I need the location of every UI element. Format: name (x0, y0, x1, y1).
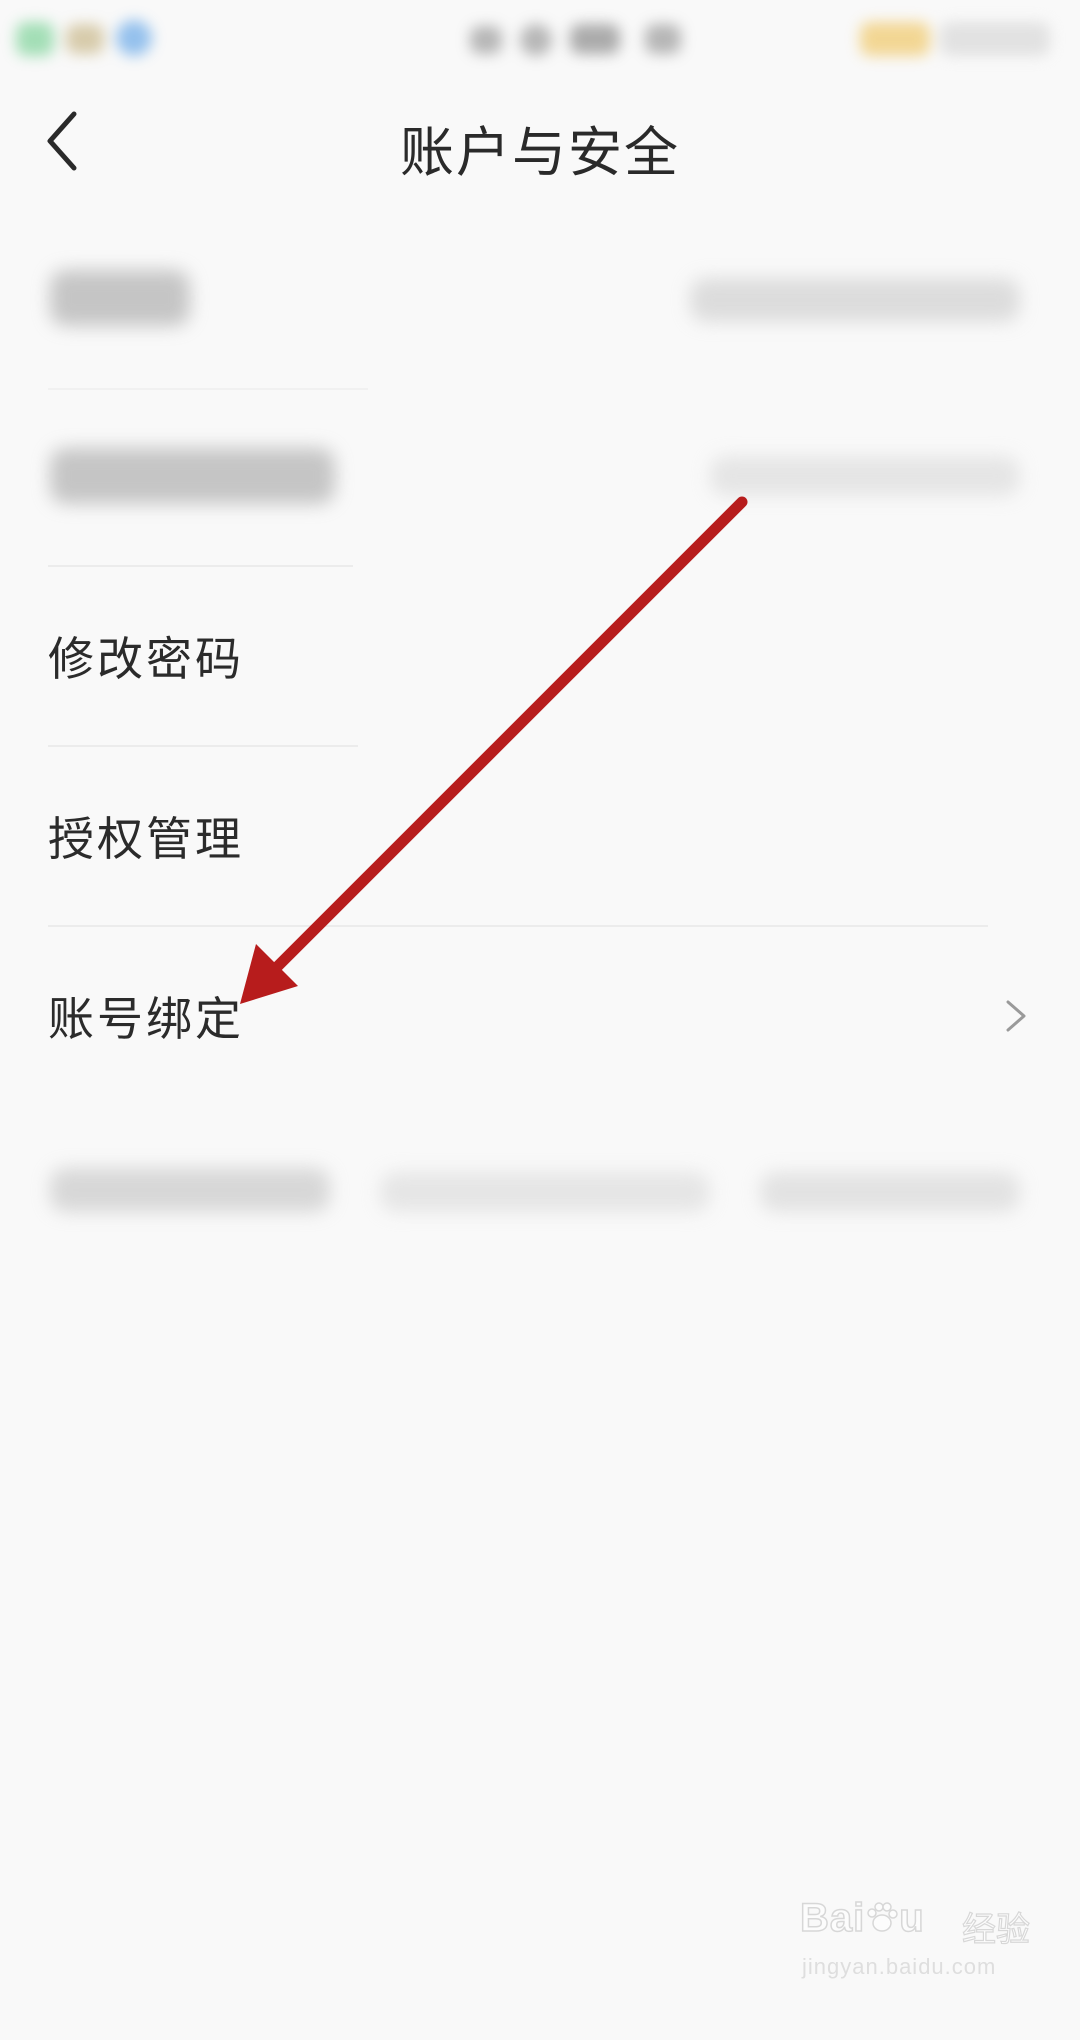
watermark-cn: 经验 (961, 1909, 1030, 1950)
page-title: 账户与安全 (400, 121, 680, 184)
redacted-footer-text (760, 1172, 1020, 1212)
chevron-right-icon (1006, 1000, 1026, 1032)
vibrate-icon (470, 26, 502, 54)
signal-icon (570, 24, 620, 54)
menu-item-label: 账号绑定 (48, 992, 244, 1046)
menu-item-label: 授权管理 (48, 812, 244, 866)
divider (48, 388, 368, 390)
redacted-row-value (710, 456, 1020, 496)
redacted-row-label (50, 448, 335, 504)
battery-icon (860, 22, 930, 56)
menu-item-authorization[interactable]: 授权管理 (0, 746, 1080, 926)
navigation-header: 账户与安全 (0, 80, 1080, 200)
menu-item-label: 修改密码 (48, 632, 244, 686)
alarm-icon (520, 24, 552, 56)
wifi-icon (645, 24, 681, 54)
baidu-jingyan-watermark: Bai u 经验 jingyan.baidu.com (799, 1890, 1030, 2000)
menu-item-change-password[interactable]: 修改密码 (0, 566, 1080, 746)
browser-notification-icon (116, 20, 152, 56)
redacted-footer-text (50, 1168, 330, 1212)
app-notification-icon (16, 22, 54, 56)
clock-text (940, 22, 1050, 56)
watermark-brand: Bai u (799, 1895, 925, 1941)
redacted-row-value (690, 278, 1020, 322)
redacted-footer-text (380, 1172, 710, 1212)
menu-item-account-binding[interactable]: 账号绑定 (0, 926, 1080, 1106)
paw-icon (867, 1902, 898, 1932)
redacted-row-label (50, 270, 190, 326)
watermark-url: jingyan.baidu.com (802, 1954, 997, 1979)
status-bar (0, 0, 1080, 80)
message-notification-icon (66, 24, 104, 54)
screen: 账户与安全 修改密码 授权管理 账号绑定 Bai u 经验 jingyan.bai… (0, 0, 1080, 2040)
